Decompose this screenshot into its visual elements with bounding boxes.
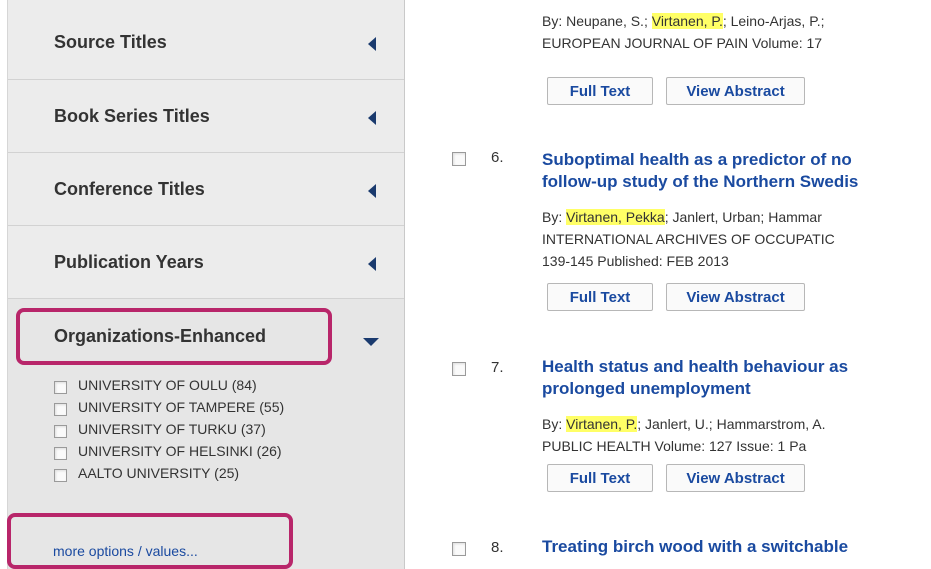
checkbox[interactable] [54,447,67,460]
facet-publication-years[interactable]: Publication Years [8,226,404,299]
record-authors: By: Virtanen, P.; Janlert, U.; Hammarstr… [542,416,825,432]
expand-arrow-icon[interactable] [368,111,376,125]
facet-title[interactable]: Organizations-Enhanced [54,326,266,347]
author-highlight[interactable]: Virtanen, P. [566,416,638,432]
author-highlight[interactable]: Virtanen, P. [651,13,723,29]
record-source: EUROPEAN JOURNAL OF PAIN Volume: 17 [542,35,823,51]
record-authors: By: Virtanen, Pekka; Janlert, Urban; Ham… [542,209,822,225]
record-checkbox[interactable] [452,152,466,166]
facet-title: Source Titles [54,32,167,52]
expand-arrow-icon[interactable] [368,257,376,271]
record-source: PUBLIC HEALTH Volume: 127 Issue: 1 Pa [542,438,807,454]
record-source: INTERNATIONAL ARCHIVES OF OCCUPATIC [542,231,835,247]
record-checkbox[interactable] [452,362,466,376]
record-number: 8. [491,539,504,556]
facet-book-series-titles[interactable]: Book Series Titles [8,80,404,153]
title-line[interactable]: follow-up study of the Northern Swedis [542,171,858,193]
org-label: UNIVERSITY OF OULU (84) [78,377,257,393]
author-highlight[interactable]: Virtanen, Pekka [566,209,665,225]
expand-arrow-icon[interactable] [368,184,376,198]
record-title[interactable]: Treating birch wood with a switchable [542,536,848,558]
record-authors: By: Neupane, S.; Virtanen, P.; Leino-Arj… [542,13,825,29]
checkbox[interactable] [54,381,67,394]
org-label: AALTO UNIVERSITY (25) [78,465,240,481]
collapse-arrow-icon[interactable] [363,338,379,346]
more-options-link[interactable]: more options / values... [53,543,198,559]
record-title[interactable]: Health status and health behaviour as pr… [542,356,848,400]
record-source: 139-145 Published: FEB 2013 [542,253,729,269]
authors-text: ; Janlert, U.; Hammarstrom, A. [637,416,826,432]
record-number: 7. [491,359,504,376]
refine-sidebar: Source Titles Book Series Titles Confere… [7,0,405,569]
full-text-button[interactable]: Full Text [547,283,653,311]
facet-source-titles[interactable]: Source Titles [8,0,404,80]
title-line[interactable]: Suboptimal health as a predictor of no [542,149,858,171]
view-abstract-button[interactable]: View Abstract [666,464,805,492]
facet-title: Book Series Titles [54,106,210,126]
record-number: 6. [491,149,504,166]
expand-arrow-icon[interactable] [368,37,376,51]
facet-conference-titles[interactable]: Conference Titles [8,153,404,226]
record-title[interactable]: Suboptimal health as a predictor of no f… [542,149,858,193]
record-checkbox[interactable] [452,542,466,556]
checkbox[interactable] [54,425,67,438]
title-line[interactable]: Health status and health behaviour as [542,356,848,378]
authors-text: ; Janlert, Urban; Hammar [664,209,822,225]
org-label: UNIVERSITY OF TAMPERE (55) [78,399,285,415]
checkbox[interactable] [54,403,67,416]
checkbox[interactable] [54,469,67,482]
full-text-button[interactable]: Full Text [547,464,653,492]
results-list: By: Neupane, S.; Virtanen, P.; Leino-Arj… [404,0,931,569]
facet-title: Conference Titles [54,179,205,199]
authors-text: By: Neupane, S.; [542,13,652,29]
title-line[interactable]: prolonged unemployment [542,378,848,400]
title-line[interactable]: Treating birch wood with a switchable [542,536,848,558]
view-abstract-button[interactable]: View Abstract [666,77,805,105]
authors-text: By: [542,209,567,225]
org-label: UNIVERSITY OF TURKU (37) [78,421,266,437]
full-text-button[interactable]: Full Text [547,77,653,105]
authors-text: ; Leino-Arjas, P.; [722,13,825,29]
view-abstract-button[interactable]: View Abstract [666,283,805,311]
org-label: UNIVERSITY OF HELSINKI (26) [78,443,282,459]
authors-text: By: [542,416,567,432]
facet-title: Publication Years [54,252,204,272]
